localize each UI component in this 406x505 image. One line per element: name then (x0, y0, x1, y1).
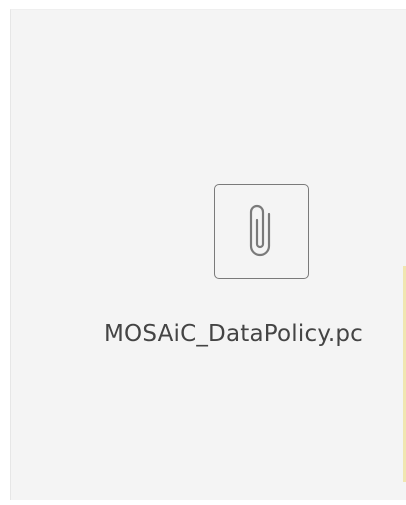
paperclip-icon (242, 200, 282, 264)
attachment-file-name[interactable]: MOSAiC_DataPolicy.pc (104, 321, 363, 347)
attachment-preview-panel: MOSAiC_DataPolicy.pc (10, 9, 406, 500)
attachment-file-tile[interactable] (214, 184, 309, 279)
